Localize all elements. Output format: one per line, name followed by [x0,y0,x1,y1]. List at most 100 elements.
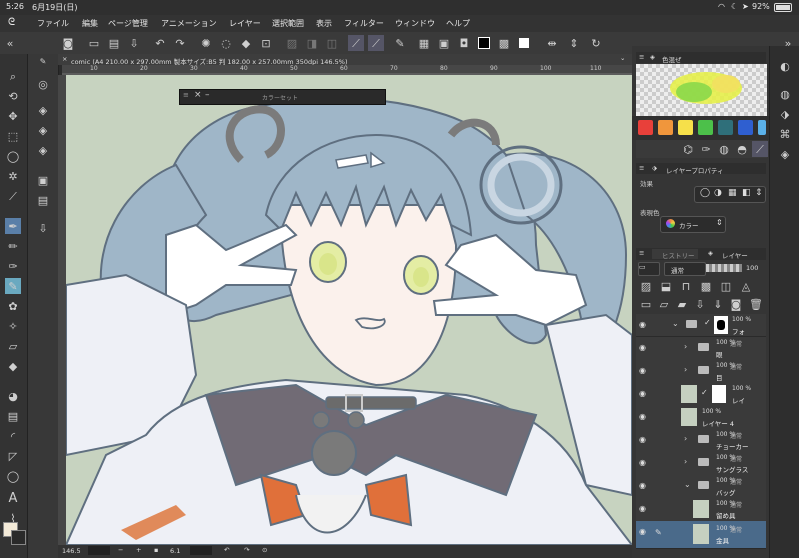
rotate-right-icon[interactable]: ↷ [244,546,249,554]
floating-color-set-palette[interactable]: ≡ × – カラーセット [179,89,386,105]
deselect-icon[interactable]: ✺ [198,35,214,51]
color-layer-icon[interactable]: ◧ [742,188,751,198]
eye-icon[interactable]: ◉ [639,527,646,536]
navigator-icon[interactable]: ▤ [35,192,51,208]
stabilizer-2-icon[interactable]: ⟋ [368,35,384,51]
eye-icon[interactable]: ◉ [639,389,646,398]
eye-icon[interactable]: ◉ [639,458,646,467]
ruler-icon[interactable]: ◘ [456,35,472,51]
open-folder-icon[interactable]: ▤ [106,35,122,51]
layer-row[interactable]: ◉ 100 % 通常 留め具 [636,498,766,522]
reset-rotation-icon[interactable]: ⊙ [262,546,267,554]
layer-property-panel-icon[interactable]: ⬗ [777,106,793,122]
fill-tool-icon[interactable]: ◕ [5,388,21,404]
drag-handle-icon[interactable]: ≡ [639,164,644,172]
ruler-link-icon[interactable]: ◬ [738,278,754,294]
swatch-red[interactable] [638,120,653,135]
layer-row[interactable]: ◉ 100 % レイヤー 4 [636,406,766,430]
transparent-color-icon[interactable]: ▩ [496,35,512,51]
swatch-teal[interactable] [718,120,733,135]
eye-icon[interactable]: ◉ [639,320,646,329]
snap-icon[interactable]: ▣ [436,35,452,51]
menu-file[interactable]: ファイル [37,18,69,29]
zoom-value[interactable]: 146.5 [62,547,81,555]
layer-row[interactable]: ◉ ✓ 100 % レイ [636,383,766,407]
brush-icon[interactable]: ✑ [698,141,714,157]
stabilizer-1-icon[interactable]: ⟋ [348,35,364,51]
sparkle-tool-icon[interactable]: ✧ [5,318,21,334]
border-effect-icon[interactable]: ◯ [700,188,710,198]
auto-select-icon[interactable]: ✲ [5,168,21,184]
figure-tool-icon[interactable]: ◜ [5,428,21,444]
frame-tool-icon[interactable]: ◸ [5,448,21,464]
selection-icon[interactable]: ◯ [5,148,21,164]
app-logo-icon[interactable]: ᘓ [8,17,15,28]
eye-icon[interactable]: ◉ [639,412,646,421]
eye-icon[interactable]: ◉ [639,481,646,490]
clip-icon[interactable]: ▨ [638,278,654,294]
fit-icon[interactable]: ▪ [154,546,158,554]
flip-horizontal-icon[interactable]: ⇹ [544,35,560,51]
document-tab[interactable]: × comic (A4 210.00 x 297.00mm 製本サイズ:B5 判… [58,54,632,66]
object-select-icon[interactable]: ⬚ [5,128,21,144]
transfer-down-icon[interactable]: ⇩ [692,296,708,312]
expression-color-select[interactable]: カラー ⇕ [660,216,726,233]
layer-row[interactable]: ◉ › 100 % 通常 目 [636,360,766,384]
minimize-icon[interactable]: – [205,90,210,100]
lock-icon[interactable]: ⊓ [678,278,694,294]
layer-property-header[interactable]: ≡ ⬗ レイヤープロパティ [636,163,766,175]
sub-color-swatch[interactable] [11,530,26,545]
save-icon[interactable]: ⇩ [126,35,142,51]
angle-value[interactable]: 6.1 [170,547,180,555]
menu-layer[interactable]: レイヤー [229,18,261,29]
color-mix-panel-header[interactable]: ≡ ◈ 色混ぜ [636,52,766,64]
layer-copy-icon[interactable]: ◈ [35,122,51,138]
tab-layers[interactable]: レイヤー [722,250,748,260]
swatch-orange[interactable] [658,120,673,135]
chevron-right-icon[interactable]: › [684,365,687,374]
color-mix-panel-icon[interactable]: ◍ [777,86,793,102]
layer-row[interactable]: ◉ ⌄ ✓ 100 % フォ [636,314,766,337]
rotate-view-icon[interactable]: ⟲ [5,88,21,104]
lock-transparency-icon[interactable]: ▩ [698,278,714,294]
chevron-right-icon[interactable]: › [684,342,687,351]
stepper-icon[interactable]: ⇕ [755,188,763,198]
eraser-tool-icon[interactable]: ▱ [5,338,21,354]
color-wheel-panel-icon[interactable]: ◐ [777,58,793,74]
drag-handle-icon[interactable]: ≡ [639,53,644,61]
pencil-tool-icon[interactable]: ✏ [5,238,21,254]
clear-icon[interactable]: ◌ [218,35,234,51]
menu-edit[interactable]: 編集 [82,18,98,29]
swatch-green[interactable] [698,120,713,135]
layer-row[interactable]: ◉ › 100 % 通常 眼 [636,337,766,361]
flip-vertical-icon[interactable]: ⇕ [566,35,582,51]
menu-filter[interactable]: フィルター [344,18,384,29]
eye-icon[interactable]: ◉ [639,366,646,375]
blend-tool-icon[interactable]: ◆ [5,358,21,374]
layer-move-icon[interactable]: ◈ [35,102,51,118]
menu-selection[interactable]: 選択範囲 [272,18,304,29]
redo-icon[interactable]: ↷ [172,35,188,51]
close-icon[interactable]: × [194,90,202,100]
blend-mode-select[interactable]: 通常 [664,262,706,276]
chevron-right-icon[interactable]: › [684,434,687,443]
eye-icon[interactable]: ◉ [639,343,646,352]
compass-icon[interactable]: ◎ [35,76,51,92]
pen-pressure-icon[interactable]: ✎ [392,35,408,51]
navigator-panel-icon[interactable]: ⌘ [777,126,793,142]
opacity-value[interactable]: 100 [746,264,758,272]
angle-slider[interactable] [190,546,212,555]
rotate-icon[interactable]: ↻ [588,35,604,51]
lasso-icon[interactable]: ⌬ [680,141,696,157]
zoom-slider[interactable] [88,546,110,555]
chevron-right-icon[interactable]: › [684,457,687,466]
move-icon[interactable]: ✥ [5,108,21,124]
new-folder-icon[interactable]: ▰ [674,296,690,312]
camera-icon[interactable]: ◙ [60,35,76,51]
eyedropper-icon[interactable]: ⟋ [5,188,21,204]
layer-row-selected[interactable]: ◉ ✎ 100 % 通常 金具 [636,521,766,549]
drawing-canvas[interactable]: ≡ × – カラーセット [66,75,632,545]
balloon-tool-icon[interactable]: ◯ [5,468,21,484]
material-icon[interactable]: ▣ [35,172,51,188]
grid-icon[interactable]: ▦ [416,35,432,51]
